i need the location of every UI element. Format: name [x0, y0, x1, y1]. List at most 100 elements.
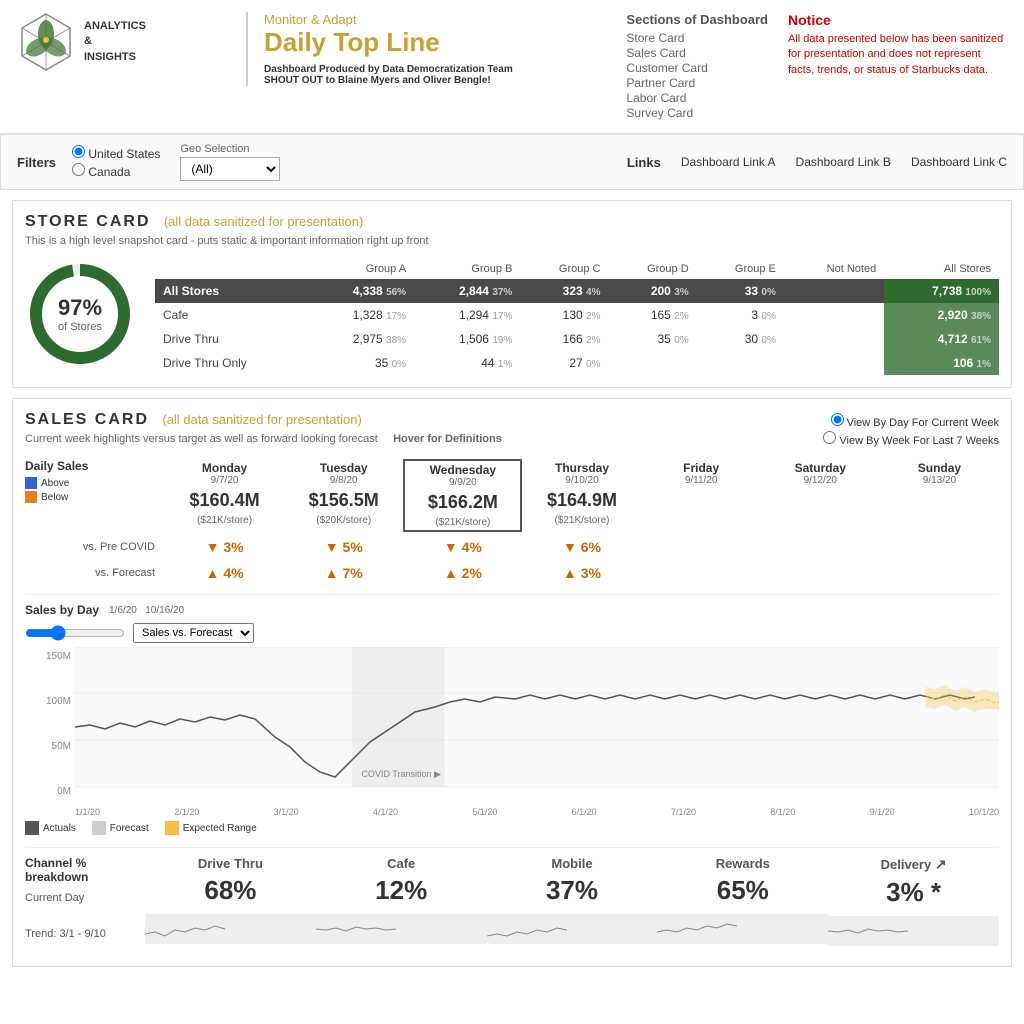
- radio-canada[interactable]: Canada: [72, 163, 160, 179]
- channel-trend-mini: [316, 914, 487, 944]
- channel-item: Rewards 65%: [657, 856, 828, 952]
- legend-below-icon: [25, 491, 37, 503]
- channel-mini-chart: [657, 914, 828, 944]
- day-name: Friday: [646, 461, 757, 475]
- pre-covid-val: ▼ 4%: [403, 536, 522, 558]
- nav-survey-card[interactable]: Survey Card: [626, 106, 768, 120]
- nav-sections-title: Sections of Dashboard: [626, 12, 768, 27]
- legend-forecast: Forecast: [92, 821, 149, 835]
- store-card-content: 97% of Stores Group A Group B Group C Gr…: [25, 259, 999, 375]
- channel-mini-chart: [828, 916, 999, 946]
- legend-above: Above: [25, 477, 165, 489]
- store-card-header: STORE CARD (all data sanitized for prese…: [25, 213, 999, 231]
- sales-card-title: SALES CARD: [25, 411, 149, 428]
- day-per-store: ($20K/store): [288, 515, 399, 526]
- dashboard-link-c[interactable]: Dashboard Link C: [911, 155, 1007, 169]
- channel-trend-mini: [487, 914, 658, 944]
- day-name: Tuesday: [288, 461, 399, 475]
- dashboard-link-a[interactable]: Dashboard Link A: [681, 155, 776, 169]
- chart-x-axis: 1/1/20 2/1/20 3/1/20 4/1/20 5/1/20 6/1/2…: [75, 807, 999, 817]
- view-option-b[interactable]: View By Week For Last 7 Weeks: [823, 431, 999, 447]
- donut-pct: 97%: [58, 295, 102, 321]
- sales-card-title-row: SALES CARD (all data sanitized for prese…: [25, 411, 823, 429]
- hover-definitions[interactable]: Hover for Definitions: [393, 433, 502, 445]
- forecast-val: ▲ 7%: [284, 562, 403, 584]
- filters-label: Filters: [17, 155, 56, 170]
- day-amount: $156.5M: [288, 490, 399, 511]
- chart-area-wrapper: 150M 100M 50M 0M COVID Transition: [25, 647, 999, 817]
- day-column: Friday 9/11/20: [642, 459, 761, 532]
- day-column: Saturday 9/12/20: [761, 459, 880, 532]
- daily-sales-section: Daily Sales Above Below Monday 9/7/20 $1…: [25, 459, 999, 584]
- legend-actuals-icon: [25, 821, 39, 835]
- channel-item-name: Cafe: [316, 856, 487, 871]
- legend-actuals: Actuals: [25, 821, 76, 835]
- chart-title: Sales by Day: [25, 603, 99, 617]
- channel-item-value: 37%: [487, 875, 658, 906]
- title-main: Daily Top Line: [264, 27, 513, 58]
- col-header-e: Group E: [697, 259, 784, 279]
- credit-shoutout: SHOUT OUT to Blaine Myers and Oliver Ben…: [264, 75, 491, 86]
- col-header-nn: Not Noted: [784, 259, 884, 279]
- chart-range-slider[interactable]: [25, 625, 125, 641]
- forecast-val: [880, 562, 999, 584]
- channel-trend-mini: [145, 914, 316, 944]
- channel-item-name: Drive Thru: [145, 856, 316, 871]
- store-card-title: STORE CARD: [25, 213, 151, 230]
- channel-item-value: 3% *: [828, 877, 999, 908]
- filters-bar: Filters United States Canada Geo Selecti…: [0, 134, 1024, 190]
- day-name: Saturday: [765, 461, 876, 475]
- day-per-store: ($21K/store): [409, 517, 516, 528]
- nav-store-card[interactable]: Store Card: [626, 31, 768, 45]
- day-column: Thursday 9/10/20 $164.9M ($21K/store): [522, 459, 641, 532]
- channel-item-name: Rewards: [657, 856, 828, 871]
- nav-labor-card[interactable]: Labor Card: [626, 91, 768, 105]
- day-date: 9/13/20: [884, 475, 995, 486]
- channel-title: Channel % breakdown: [25, 856, 145, 884]
- pre-covid-val: ▼ 5%: [284, 536, 403, 558]
- logo-icon: [16, 12, 76, 72]
- chart-date-range: 1/6/20 10/16/20: [109, 605, 184, 616]
- view-option-a[interactable]: View By Day For Current Week: [823, 413, 999, 429]
- nav-sales-card[interactable]: Sales Card: [626, 46, 768, 60]
- day-amount: $160.4M: [169, 490, 280, 511]
- donut-chart: 97% of Stores: [25, 259, 135, 369]
- nav-partner-card[interactable]: Partner Card: [626, 76, 768, 90]
- sales-card-subtitle: (all data sanitized for presentation): [162, 412, 361, 427]
- store-card: STORE CARD (all data sanitized for prese…: [12, 200, 1012, 388]
- store-table-body: All Stores4,338 56%2,844 37%323 4%200 3%…: [155, 279, 999, 375]
- channel-item-value: 65%: [657, 875, 828, 906]
- chart-canvas-area: COVID Transition ▶ 1/1/20 2/1/20 3/1/20 …: [75, 647, 999, 817]
- channel-item: Cafe 12%: [316, 856, 487, 952]
- nav-customer-card[interactable]: Customer Card: [626, 61, 768, 75]
- forecast-val: ▲ 3%: [522, 562, 641, 584]
- legend-forecast-icon: [92, 821, 106, 835]
- store-table-row: Cafe1,328 17%1,294 17%130 2%165 2%3 0%2,…: [155, 303, 999, 327]
- day-date: 9/7/20: [169, 475, 280, 486]
- forecast-val: ▲ 2%: [403, 562, 522, 584]
- sales-card-desc: Current week highlights versus target as…: [25, 433, 823, 445]
- chart-legend: Actuals Forecast Expected Range: [25, 821, 999, 835]
- channel-item-value: 12%: [316, 875, 487, 906]
- external-link-icon: ↗: [935, 856, 947, 872]
- chart-section: Sales by Day 1/6/20 10/16/20 Sales vs. F…: [25, 594, 999, 835]
- forecast-val: ▲ 4%: [165, 562, 284, 584]
- day-amount: $166.2M: [409, 492, 516, 513]
- dashboard-link-b[interactable]: Dashboard Link B: [796, 155, 891, 169]
- day-name: Monday: [169, 461, 280, 475]
- channel-trend-label: Trend: 3/1 - 9/10: [25, 928, 145, 940]
- credit-team: Data Democratization Team: [382, 64, 512, 75]
- notice-area: Notice All data presented below has been…: [788, 12, 1008, 78]
- channel-mini-chart: [316, 914, 487, 944]
- col-header-a: Group A: [308, 259, 414, 279]
- store-card-subtitle: (all data sanitized for presentation): [164, 214, 363, 229]
- notice-title: Notice: [788, 12, 1008, 28]
- chart-dropdown[interactable]: Sales vs. Forecast: [133, 623, 254, 643]
- geo-select-dropdown[interactable]: (All): [180, 157, 280, 181]
- radio-us[interactable]: United States: [72, 145, 160, 161]
- chart-y-axis: 150M 100M 50M 0M: [25, 647, 75, 817]
- channel-mini-chart: [145, 914, 316, 944]
- day-column: Wednesday 9/9/20 $166.2M ($21K/store): [403, 459, 522, 532]
- title-subtitle: Monitor & Adapt: [264, 12, 513, 27]
- links-label: Links: [627, 155, 661, 170]
